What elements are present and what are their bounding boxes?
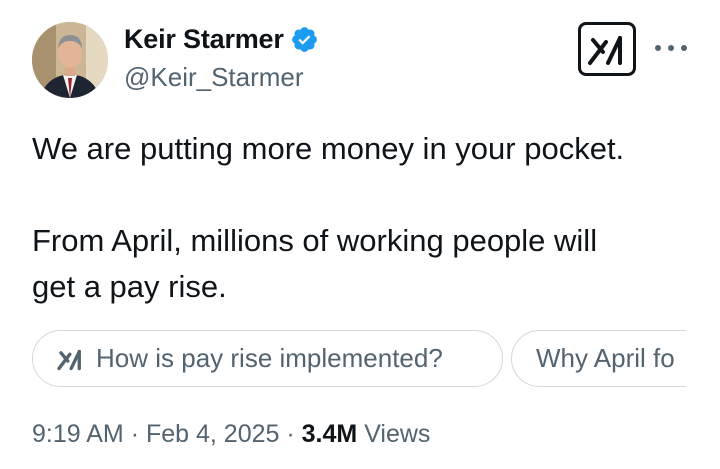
grok-button[interactable] [578,22,636,76]
meta-separator: · [286,420,295,448]
tweet-paragraph: get a pay rise. [32,269,227,304]
tweet-text: We are putting more money in your pocket… [32,126,682,310]
more-options-button[interactable] [655,36,687,60]
author-name-row: Keir Starmer [124,24,319,55]
views-count: 3.4M [301,420,358,448]
meta-separator: · [130,420,140,448]
views-label: Views [364,420,431,448]
tweet-meta: 9:19 AM · Feb 4, 2025 · 3.4M Views [32,420,430,449]
author-handle[interactable]: @Keir_Starmer [124,62,304,93]
grok-suggestion-chip[interactable]: How is pay rise implemented? [32,330,503,387]
tweet-date[interactable]: Feb 4, 2025 [146,420,279,448]
author-name[interactable]: Keir Starmer [124,24,284,55]
grok-icon [588,36,622,65]
grok-suggestions: How is pay rise implemented? Why April f… [32,330,686,388]
tweet-paragraph: From April, millions of working people w… [32,223,598,258]
grok-suggestion-label: How is pay rise implemented? [96,343,443,373]
avatar[interactable] [32,22,108,98]
verified-badge-icon[interactable] [290,25,319,54]
tweet-paragraph: We are putting more money in your pocket… [32,131,625,166]
tweet-time[interactable]: 9:19 AM [32,420,124,448]
more-horizontal-icon [655,45,661,51]
grok-icon [57,347,84,371]
more-horizontal-icon [681,45,687,51]
profile-photo [32,22,108,98]
more-horizontal-icon [668,45,674,51]
grok-suggestion-chip[interactable]: Why April fo [511,330,686,387]
grok-suggestion-label: Why April fo [536,343,675,373]
